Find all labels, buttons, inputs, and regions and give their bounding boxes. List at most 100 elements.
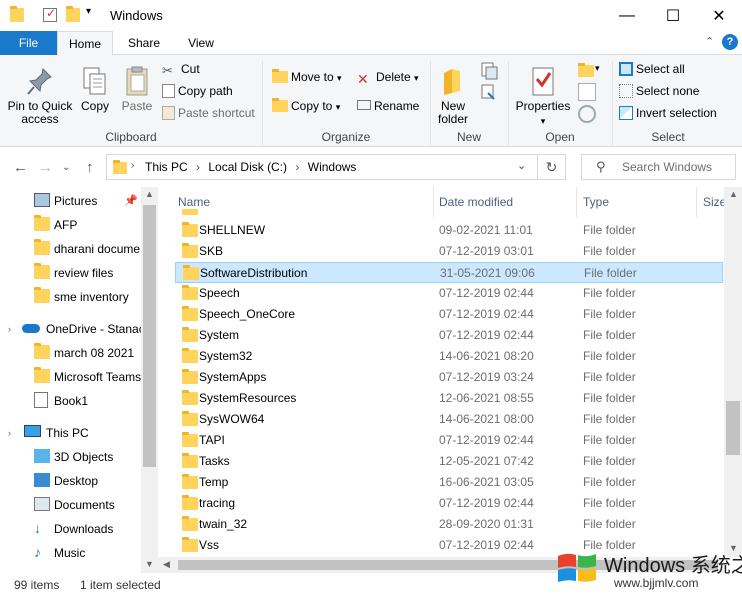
delete-button[interactable]: ✕ Delete ▾ <box>357 67 419 87</box>
folder-icon <box>34 343 50 359</box>
folder-icon <box>183 265 199 280</box>
tab-view[interactable]: View <box>176 31 226 55</box>
selection-count: 1 item selected <box>80 578 161 592</box>
up-arrow-icon[interactable]: ↑ <box>86 159 94 176</box>
column-header-type[interactable]: Type <box>583 187 609 217</box>
breadcrumb-windows[interactable]: Windows <box>308 160 357 174</box>
chevron-right-icon[interactable]: › <box>8 317 11 341</box>
file-name: Speech_OneCore <box>199 307 296 321</box>
pin-to-quick-access-button[interactable]: Pin to Quick access <box>6 65 74 126</box>
recent-locations-chevron-icon[interactable]: ⌄ <box>62 162 70 173</box>
forward-arrow-icon[interactable]: → <box>38 159 53 176</box>
scroll-down-icon[interactable]: ▼ <box>145 559 154 569</box>
copy-button[interactable]: Copy <box>78 65 112 113</box>
file-type: File folder <box>584 266 637 280</box>
table-row[interactable]: SystemResources 12-06-2021 08:55 File fold… <box>175 388 723 409</box>
divider[interactable] <box>576 187 577 217</box>
cut-label: Cut <box>181 62 200 76</box>
edit-icon[interactable] <box>578 83 596 101</box>
file-type: File folder <box>583 433 636 447</box>
3d-objects-icon <box>34 449 50 463</box>
desktop-icon <box>34 473 50 487</box>
nav-pane-scrollbar[interactable]: ▲ ▼ <box>141 187 158 573</box>
table-row[interactable]: Tasks 12-05-2021 07:42 File folder <box>175 451 723 472</box>
table-row[interactable]: SHELLNEW 09-02-2021 11:01 File folder <box>175 220 723 241</box>
customize-toolbar-icon[interactable]: ▾ <box>86 6 91 17</box>
breadcrumb: This PC › Local Disk (C:) › Windows <box>145 160 357 174</box>
table-row[interactable]: Temp 16-06-2021 03:05 File folder <box>175 472 723 493</box>
nav-item-pictures[interactable]: Pictures 📌 <box>0 189 141 213</box>
table-row[interactable]: SystemApps 07-12-2019 03:24 File folder <box>175 367 723 388</box>
select-all-button[interactable]: Select all <box>619 59 685 79</box>
table-row[interactable]: Speech_OneCore 07-12-2019 02:44 File folde… <box>175 304 723 325</box>
table-row[interactable]: TAPI 07-12-2019 02:44 File folder <box>175 430 723 451</box>
file-name: System <box>199 328 240 342</box>
nav-item-label: Music <box>54 546 86 560</box>
tab-share[interactable]: Share <box>119 31 169 55</box>
scroll-left-icon[interactable]: ◀ <box>163 559 170 570</box>
nav-item-label: march 08 2021 <box>54 346 135 360</box>
file-name: twain_32 <box>199 517 248 531</box>
table-row[interactable]: SysWOW64 14-06-2021 08:00 File folder <box>175 409 723 430</box>
table-row[interactable]: System32 14-06-2021 08:20 File folder <box>175 346 723 367</box>
new-item-icon[interactable] <box>478 61 500 81</box>
file-type: File folder <box>583 286 636 300</box>
help-icon[interactable]: ? <box>722 34 738 50</box>
refresh-button[interactable]: ↻ <box>538 154 566 180</box>
rename-icon <box>357 99 371 110</box>
copy-path-button[interactable]: Copy path <box>162 81 233 101</box>
table-row[interactable]: Speech 07-12-2019 02:44 File folder <box>175 283 723 304</box>
maximize-button[interactable]: ☐ <box>650 0 696 31</box>
minimize-button[interactable]: — <box>604 0 650 31</box>
partial-row <box>182 209 272 215</box>
scroll-up-icon[interactable]: ▲ <box>145 189 154 199</box>
file-list-scrollbar[interactable]: ▲ ▼ <box>724 187 742 557</box>
table-row[interactable]: SoftwareDistribution 31-05-2021 09:06 File… <box>175 262 723 283</box>
file-date-modified: 14-06-2021 08:20 <box>439 349 534 363</box>
chevron-down-icon[interactable]: ⌄ <box>517 159 526 172</box>
select-none-icon <box>619 83 633 98</box>
nav-pane-scroll-thumb[interactable] <box>143 205 156 467</box>
divider[interactable] <box>433 187 434 217</box>
history-icon[interactable] <box>578 105 596 123</box>
properties-button[interactable]: Properties ▾ <box>514 65 572 128</box>
divider[interactable] <box>696 187 697 217</box>
paste-button[interactable]: Paste <box>118 65 156 113</box>
column-header-date-modified[interactable]: Date modified <box>439 187 513 217</box>
chevron-up-icon[interactable]: ⌃ <box>705 35 714 48</box>
address-bar[interactable]: › This PC › Local Disk (C:) › Windows ⌄ <box>106 154 538 180</box>
breadcrumb-local-disk[interactable]: Local Disk (C:) <box>208 160 287 174</box>
table-row[interactable]: System 07-12-2019 02:44 File folder <box>175 325 723 346</box>
chevron-right-icon[interactable]: › <box>8 421 11 445</box>
open-icon[interactable]: ▾ <box>576 61 600 79</box>
easy-access-icon[interactable] <box>478 83 500 103</box>
select-all-label: Select all <box>636 62 685 76</box>
column-header-size[interactable]: Size <box>703 187 726 217</box>
pin-icon[interactable]: 📌 <box>124 189 138 213</box>
close-button[interactable]: ✕ <box>696 0 742 31</box>
breadcrumb-this-pc[interactable]: This PC <box>145 160 188 174</box>
select-none-button[interactable]: Select none <box>619 81 699 101</box>
table-row[interactable]: tracing 07-12-2019 02:44 File folder <box>175 493 723 514</box>
search-box[interactable]: ⚲ Search Windows <box>581 154 736 180</box>
tab-file[interactable]: File <box>0 31 57 55</box>
file-list-scroll-thumb[interactable] <box>726 401 740 455</box>
copy-to-button[interactable]: Copy to ▾ <box>272 96 340 116</box>
paste-shortcut-button[interactable]: Paste shortcut <box>162 103 255 123</box>
back-arrow-icon[interactable]: ← <box>13 159 28 176</box>
file-type: File folder <box>583 223 636 237</box>
file-date-modified: 07-12-2019 02:44 <box>439 328 534 342</box>
move-to-button[interactable]: Move to ▾ <box>272 67 342 87</box>
new-folder-quick-icon[interactable] <box>66 6 80 22</box>
new-folder-button[interactable]: New folder <box>434 65 472 126</box>
tab-home[interactable]: Home <box>57 31 113 56</box>
scroll-up-icon[interactable]: ▲ <box>729 189 738 199</box>
invert-selection-button[interactable]: Invert selection <box>619 103 717 123</box>
table-row[interactable]: SKB 07-12-2019 03:01 File folder <box>175 241 723 262</box>
navigation-bar: ← → ⌄ ↑ › This PC › Local Disk (C:) › Wi… <box>0 147 742 187</box>
properties-quick-icon[interactable]: ✓ <box>43 6 57 22</box>
cut-button[interactable]: ✂ Cut <box>162 59 200 79</box>
rename-button[interactable]: Rename <box>357 96 419 116</box>
chevron-right-icon[interactable]: › <box>131 160 134 171</box>
table-row[interactable]: twain_32 28-09-2020 01:31 File folder <box>175 514 723 535</box>
